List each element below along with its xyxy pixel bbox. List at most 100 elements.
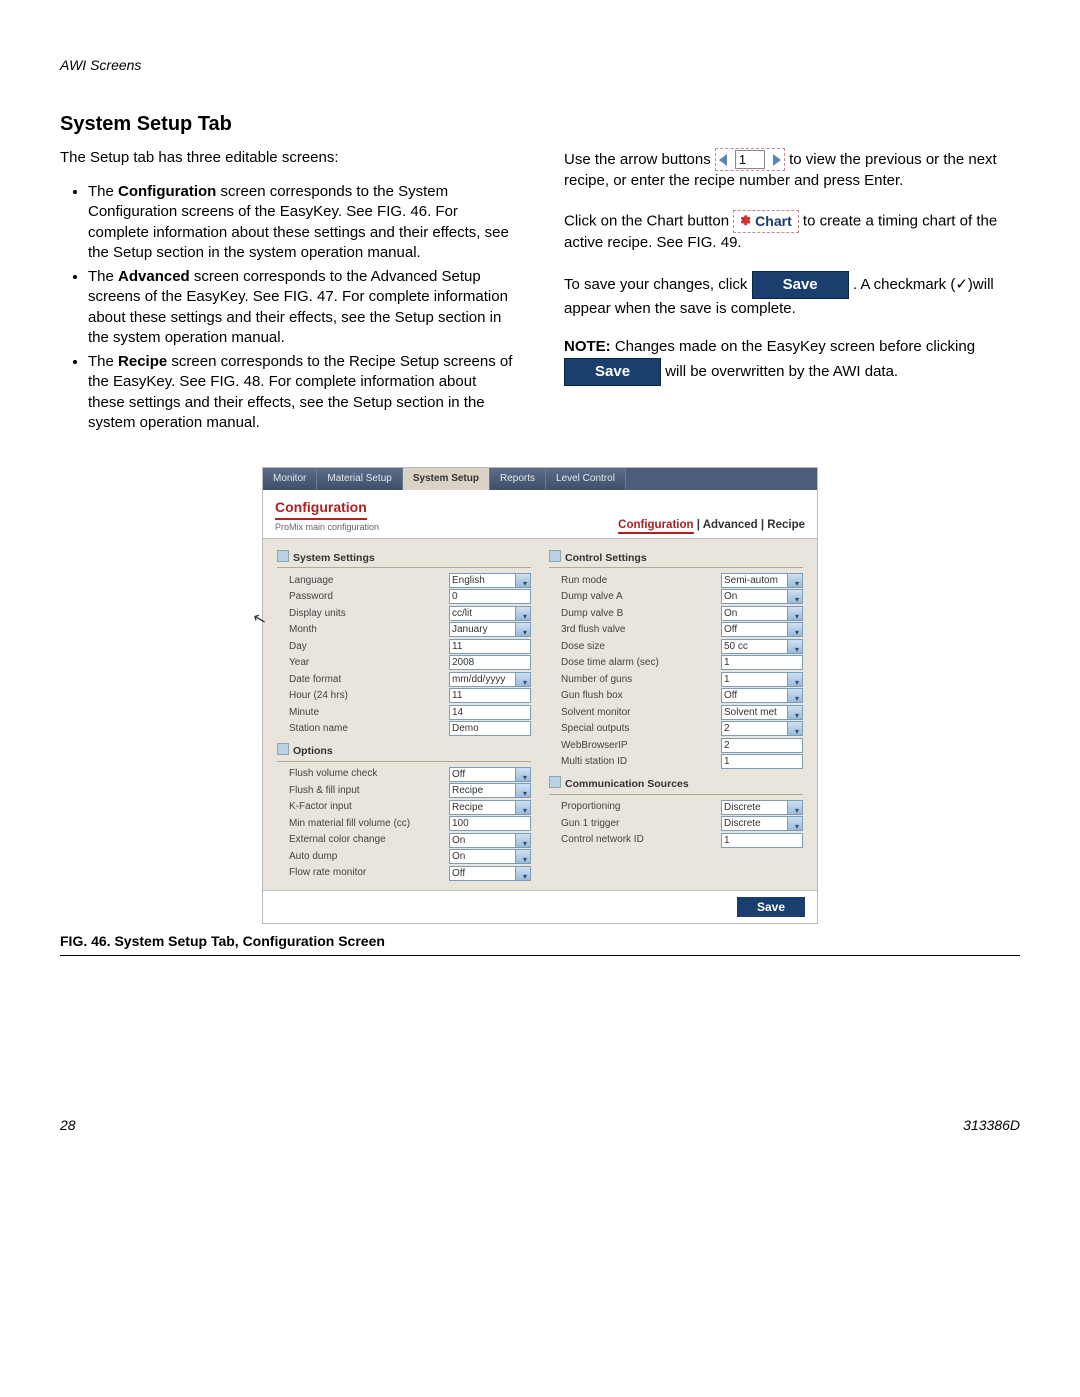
input-field[interactable]: 1 [721, 833, 803, 848]
input-field[interactable]: 1 [721, 655, 803, 670]
select-field[interactable]: Discrete▾ [721, 816, 803, 831]
save-button-inline-2[interactable]: Save [564, 358, 661, 386]
dropdown-caret-icon: ▾ [795, 577, 799, 590]
form-label: Language [289, 574, 449, 588]
form-label: Hour (24 hrs) [289, 689, 449, 703]
input-field[interactable]: 14 [449, 705, 531, 720]
form-row: External color changeOn▾ [277, 833, 531, 848]
select-field[interactable]: Recipe▾ [449, 783, 531, 798]
dropdown-caret-icon: ▾ [795, 804, 799, 817]
input-field[interactable]: 2 [721, 738, 803, 753]
arrow-text-pre: Use the arrow buttons [564, 151, 715, 168]
bullet-item: The Configuration screen corresponds to … [88, 182, 516, 263]
dropdown-caret-icon: ▾ [795, 820, 799, 833]
intro-text: The Setup tab has three editable screens… [60, 148, 516, 168]
section-header: Control Settings [549, 549, 803, 568]
form-row: Day11 [277, 639, 531, 654]
form-row: Minute14 [277, 705, 531, 720]
form-label: K-Factor input [289, 800, 449, 814]
tab-level-control[interactable]: Level Control [546, 468, 626, 490]
section-icon [549, 550, 561, 562]
select-field[interactable]: January▾ [449, 622, 531, 637]
left-column: The Setup tab has three editable screens… [60, 148, 516, 437]
bullet-list: The Configuration screen corresponds to … [60, 182, 516, 433]
form-label: Month [289, 623, 449, 637]
dropdown-caret-icon: ▾ [795, 626, 799, 639]
chart-text-pre: Click on the Chart button [564, 212, 733, 229]
input-field[interactable]: 100 [449, 816, 531, 831]
select-field[interactable]: Off▾ [449, 767, 531, 782]
select-field[interactable]: Semi-autom▾ [721, 573, 803, 588]
tab-system-setup[interactable]: System Setup [403, 468, 490, 490]
select-field[interactable]: Off▾ [721, 622, 803, 637]
form-row: Special outputs2▾ [549, 721, 803, 736]
page-number: 28 [60, 1116, 76, 1135]
input-field[interactable]: 0 [449, 589, 531, 604]
note-paragraph: NOTE: Changes made on the EasyKey screen… [564, 337, 1020, 386]
form-row: Display unitscc/lit▾ [277, 606, 531, 621]
form-label: Station name [289, 722, 449, 736]
save-button-screenshot[interactable]: Save [737, 897, 805, 917]
configuration-screenshot: MonitorMaterial SetupSystem SetupReports… [262, 467, 818, 924]
form-row: Password0 [277, 589, 531, 604]
form-label: Year [289, 656, 449, 670]
panel-subnav: Configuration | Advanced | Recipe [618, 518, 805, 534]
form-label: Flush & fill input [289, 784, 449, 798]
form-label: Dump valve A [561, 590, 721, 604]
chart-paragraph: Click on the Chart button ✽ Chart to cre… [564, 210, 1020, 253]
form-row: Solvent monitorSolvent met▾ [549, 705, 803, 720]
save-button-inline-1[interactable]: Save [752, 271, 849, 299]
select-field[interactable]: Off▾ [449, 866, 531, 881]
arrow-right-icon[interactable] [773, 154, 781, 166]
select-field[interactable]: Off▾ [721, 688, 803, 703]
panel-header: Configuration ProMix main configuration … [263, 490, 817, 539]
select-field[interactable]: 1▾ [721, 672, 803, 687]
form-row: Min material fill volume (cc)100 [277, 816, 531, 831]
select-field[interactable]: cc/lit▾ [449, 606, 531, 621]
document-id: 313386D [963, 1116, 1020, 1135]
chart-button[interactable]: ✽ Chart [733, 210, 798, 233]
subnav-recipe[interactable]: Recipe [767, 519, 805, 531]
subnav-advanced[interactable]: Advanced [703, 519, 758, 531]
dropdown-caret-icon: ▾ [795, 610, 799, 623]
select-field[interactable]: 50 cc▾ [721, 639, 803, 654]
arrow-left-icon[interactable] [719, 154, 727, 166]
select-field[interactable]: 2▾ [721, 721, 803, 736]
arrow-buttons-widget[interactable]: 1 [715, 148, 785, 172]
form-row: MonthJanuary▾ [277, 622, 531, 637]
section-header: Options [277, 742, 531, 761]
select-field[interactable]: Discrete▾ [721, 800, 803, 815]
form-label: Auto dump [289, 850, 449, 864]
cursor-icon: ↖ [250, 607, 269, 631]
form-label: Min material fill volume (cc) [289, 817, 449, 831]
chart-icon: ✽ [740, 212, 751, 230]
select-field[interactable]: On▾ [449, 833, 531, 848]
tab-material-setup[interactable]: Material Setup [317, 468, 402, 490]
input-field[interactable]: 11 [449, 688, 531, 703]
form-row: LanguageEnglish▾ [277, 573, 531, 588]
recipe-number-input[interactable]: 1 [735, 150, 765, 170]
select-field[interactable]: Recipe▾ [449, 800, 531, 815]
input-field[interactable]: 11 [449, 639, 531, 654]
panel-footer: Save [263, 890, 817, 923]
form-label: Display units [289, 607, 449, 621]
select-field[interactable]: On▾ [721, 589, 803, 604]
panel-col-right: Control SettingsRun modeSemi-autom▾Dump … [549, 549, 803, 882]
select-field[interactable]: Solvent met▾ [721, 705, 803, 720]
subnav-configuration[interactable]: Configuration [618, 519, 693, 534]
select-field[interactable]: On▾ [721, 606, 803, 621]
input-field[interactable]: 2008 [449, 655, 531, 670]
form-row: Multi station ID1 [549, 754, 803, 769]
tab-reports[interactable]: Reports [490, 468, 546, 490]
tab-monitor[interactable]: Monitor [263, 468, 317, 490]
form-label: Dump valve B [561, 607, 721, 621]
note-bold: NOTE: [564, 338, 611, 355]
dropdown-caret-icon: ▾ [523, 837, 527, 850]
form-row: K-Factor inputRecipe▾ [277, 800, 531, 815]
input-field[interactable]: Demo [449, 721, 531, 736]
select-field[interactable]: English▾ [449, 573, 531, 588]
input-field[interactable]: 1 [721, 754, 803, 769]
select-field[interactable]: mm/dd/yyyy▾ [449, 672, 531, 687]
select-field[interactable]: On▾ [449, 849, 531, 864]
form-label: Flow rate monitor [289, 866, 449, 880]
